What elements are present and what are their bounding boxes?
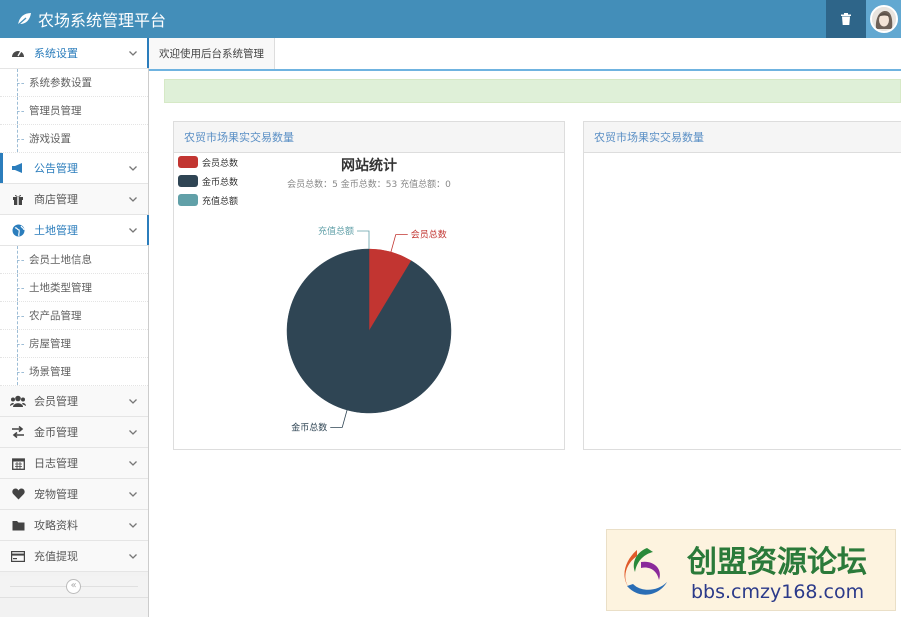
legend-swatch[interactable] (178, 156, 198, 168)
pie-label-line (357, 230, 370, 249)
chevron-down-icon (129, 523, 137, 528)
sidebar-item-3[interactable]: 土地管理 (0, 215, 149, 246)
pie-label-line (390, 234, 408, 253)
top-navbar: 农场系统管理平台 (0, 0, 901, 38)
pie-label: 充值总额 (318, 225, 354, 237)
legend-swatch[interactable] (178, 194, 198, 206)
collapse-sidebar-button[interactable]: « (66, 579, 81, 594)
sidebar-item-9[interactable]: 充值提现 (0, 541, 148, 572)
alert-bar (164, 79, 901, 103)
exchange-icon (10, 424, 26, 440)
legend-label: 充值总额 (202, 195, 238, 207)
chevron-down-icon (129, 228, 137, 233)
sidebar-subitem[interactable]: 游戏设置 (0, 125, 148, 153)
sidebar-item-4[interactable]: 会员管理 (0, 386, 148, 417)
watermark-url: bbs.cmzy168.com (691, 581, 864, 603)
credit-card-icon (10, 548, 26, 564)
sidebar-subitem[interactable]: 土地类型管理 (0, 274, 148, 302)
sidebar-item-5[interactable]: 金币管理 (0, 417, 148, 448)
sidebar-item-label: 金币管理 (34, 426, 78, 439)
sidebar-item-0[interactable]: 系统设置 (0, 38, 149, 69)
sidebar-subitem[interactable]: 管理员管理 (0, 97, 148, 125)
legend-label: 会员总数 (202, 157, 238, 169)
pie-slice[interactable] (286, 248, 452, 414)
watermark-logo: 创盟资源论坛 bbs.cmzy168.com (606, 529, 896, 611)
chevron-down-icon (129, 430, 137, 435)
sidebar-subitem[interactable]: 系统参数设置 (0, 69, 148, 97)
watermark-cn: 创盟资源论坛 (686, 545, 867, 580)
panel-title: 农贸市场果实交易数量 (174, 122, 564, 153)
pie-slices (286, 248, 452, 414)
trash-icon (841, 13, 851, 25)
heart-icon (10, 486, 26, 502)
chart-legend: 会员总数金币总数充值总额 (178, 156, 238, 207)
sidebar-subitem[interactable]: 农产品管理 (0, 302, 148, 330)
sidebar-item-label: 充值提现 (34, 550, 78, 563)
legend-label: 金币总数 (202, 176, 238, 188)
chevron-down-icon (129, 51, 137, 56)
sidebar-item-label: 宠物管理 (34, 488, 78, 501)
sidebar-item-label: 公告管理 (34, 162, 78, 175)
tab-bar: 欢迎使用后台系统管理 (149, 38, 901, 71)
trash-button[interactable] (826, 0, 866, 38)
sidebar-item-label: 日志管理 (34, 457, 78, 470)
user-menu-button[interactable] (866, 0, 901, 38)
sidebar-item-6[interactable]: 日志管理 (0, 448, 148, 479)
chart-panel-1: 农贸市场果实交易数量 网站统计 会员总数：5 金币总数：53 充值总额：0 会员… (173, 121, 565, 450)
folder-icon (10, 517, 26, 533)
chevron-down-icon (129, 492, 137, 497)
chevron-down-icon (129, 197, 137, 202)
pie-chart: 网站统计 会员总数：5 金币总数：53 充值总额：0 会员总数金币总数充值总额 … (178, 156, 452, 433)
chevron-down-icon (129, 461, 137, 466)
calendar-icon (10, 455, 26, 471)
globe-icon (10, 222, 26, 238)
pie-label: 金币总数 (291, 421, 327, 433)
chevron-down-icon (129, 399, 137, 404)
sidebar-item-label: 土地管理 (34, 224, 78, 237)
users-icon (10, 393, 26, 409)
sidebar-item-label: 商店管理 (34, 193, 78, 206)
chevron-down-icon (129, 554, 137, 559)
leaf-icon (17, 13, 31, 26)
gift-icon (10, 191, 26, 207)
sidebar-collapse-bar: « (0, 576, 148, 598)
chevron-down-icon (129, 166, 137, 171)
sidebar-item-2[interactable]: 商店管理 (0, 184, 148, 215)
pie-label: 会员总数 (411, 229, 447, 241)
sidebar-subitem[interactable]: 会员土地信息 (0, 246, 148, 274)
sidebar-subitem[interactable]: 房屋管理 (0, 330, 148, 358)
avatar (869, 5, 898, 33)
sidebar-item-label: 攻略资料 (34, 519, 78, 532)
tab-welcome[interactable]: 欢迎使用后台系统管理 (149, 38, 275, 69)
sidebar-item-8[interactable]: 攻略资料 (0, 510, 148, 541)
app-title: 农场系统管理平台 (38, 11, 167, 30)
sidebar: 系统设置系统参数设置 管理员管理 游戏设置公告管理商店管理土地管理会员土地信息 土地类… (0, 38, 149, 617)
pie-label-line (330, 409, 348, 428)
dashboard-icon (10, 45, 26, 61)
panel-title: 农贸市场果实交易数量 (584, 122, 901, 153)
sidebar-item-label: 系统设置 (34, 47, 78, 60)
chart-panel-2: 农贸市场果实交易数量 (583, 121, 901, 450)
sidebar-item-1[interactable]: 公告管理 (0, 153, 148, 184)
sidebar-item-label: 会员管理 (34, 395, 78, 408)
chart-title: 网站统计 (341, 157, 397, 174)
bullhorn-icon (10, 160, 26, 176)
sidebar-menu: 系统设置系统参数设置 管理员管理 游戏设置公告管理商店管理土地管理会员土地信息 土地类… (0, 38, 149, 572)
chart-subtitle: 会员总数：5 金币总数：53 充值总额：0 (287, 178, 451, 190)
legend-swatch[interactable] (178, 175, 198, 187)
sidebar-item-7[interactable]: 宠物管理 (0, 479, 148, 510)
sidebar-subitem[interactable]: 场景管理 (0, 358, 148, 386)
brand[interactable]: 农场系统管理平台 (16, 0, 166, 38)
